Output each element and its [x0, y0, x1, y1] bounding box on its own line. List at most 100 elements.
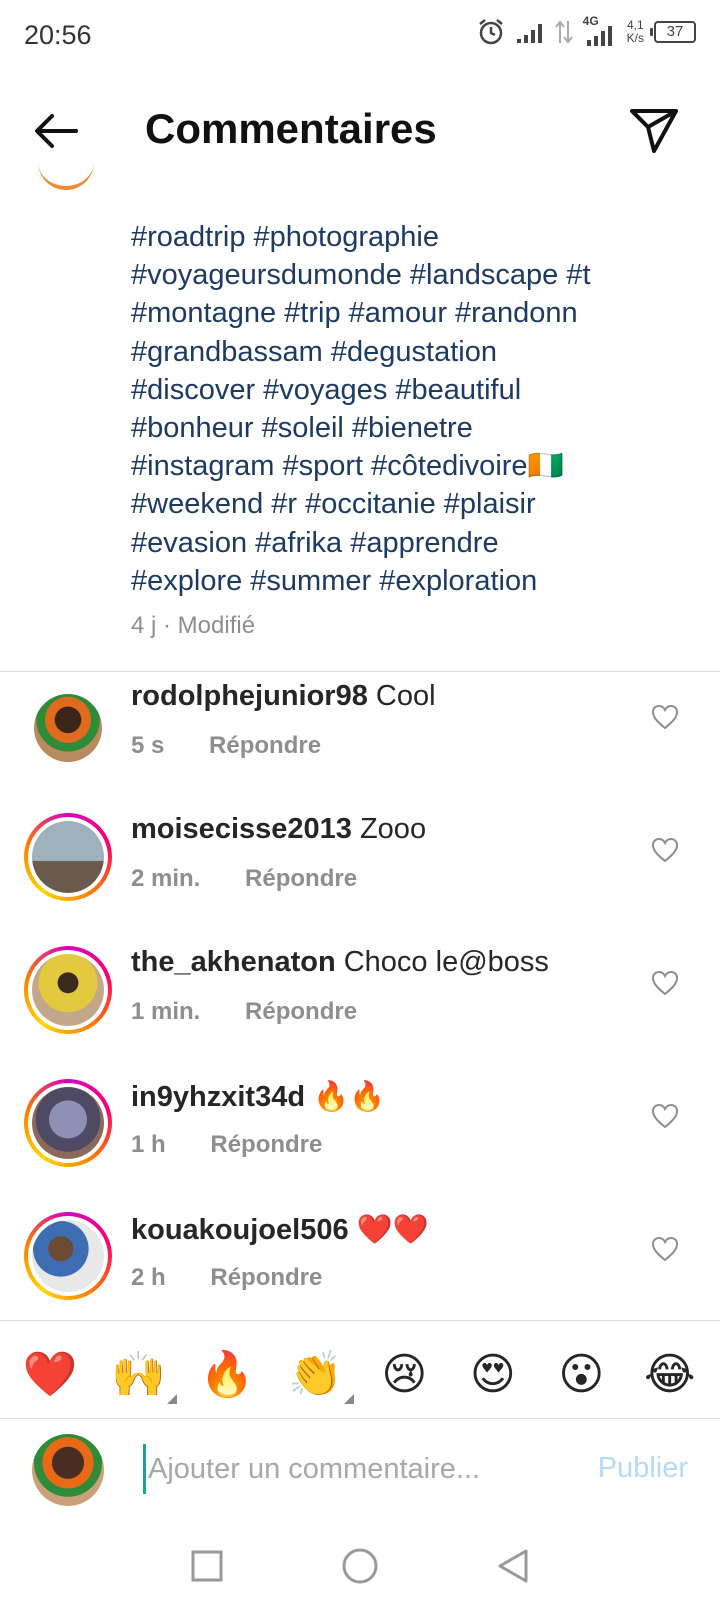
reply-button[interactable]: Répondre — [245, 865, 357, 892]
heart-icon[interactable] — [650, 702, 680, 732]
caption-line[interactable]: #bonheur #soleil #bienetre — [131, 409, 691, 447]
comment-meta: 2 h Répondre — [131, 1264, 322, 1292]
avatar-image — [34, 694, 102, 762]
comment-time: 2 min. — [131, 865, 201, 892]
caption-line[interactable]: #grandbassam #degustation — [131, 333, 691, 371]
status-bar: 20:56 4G 4,1 K/s 37 — [0, 0, 720, 75]
skin-tone-indicator — [166, 1394, 177, 1404]
comment-body: ❤️❤️ — [356, 1212, 429, 1246]
avatar[interactable] — [24, 684, 112, 772]
avatar-ring-inner — [28, 1216, 108, 1296]
caption-line[interactable]: #instagram #sport #côtedivoire🇨🇮 — [131, 447, 691, 485]
comment-item: kouakoujoel506 ❤️❤️ 2 h Répondre — [0, 1212, 720, 1320]
reaction-clap[interactable]: 👏 — [282, 1348, 354, 1404]
caption-timestamp: 4 j · Modifié — [131, 612, 256, 639]
reaction-clap-glyph: 👏 — [288, 1349, 344, 1400]
comment-input[interactable] — [143, 1444, 563, 1494]
comment-item: moisecisse2013 Zooo 2 min. Répondre — [0, 813, 720, 950]
home-button[interactable] — [335, 1541, 385, 1591]
comment-time: 1 min. — [131, 998, 201, 1025]
avatar — [32, 1434, 104, 1506]
comment-text: moisecisse2013 Zooo — [131, 813, 426, 846]
avatar[interactable] — [24, 813, 112, 901]
comment-meta: 5 s Répondre — [131, 732, 321, 760]
avatar[interactable] — [24, 946, 112, 1034]
comment-time: 5 s — [131, 732, 165, 759]
avatar-image — [32, 1220, 104, 1292]
comment-username[interactable]: the_akhenaton — [131, 946, 336, 978]
avatar-image — [32, 821, 104, 893]
reaction-heart-eyes[interactable]: 😍 — [459, 1349, 527, 1400]
comment-text: in9yhzxit34d 🔥🔥 — [131, 1079, 385, 1114]
reaction-fire[interactable]: 🔥 — [193, 1348, 261, 1400]
status-time: 20:56 — [24, 20, 92, 50]
reaction-crying[interactable]: 😢 — [370, 1349, 438, 1400]
comment-username[interactable]: kouakoujoel506 — [131, 1214, 349, 1246]
skin-tone-indicator — [343, 1394, 354, 1404]
quick-reactions-bar: ❤️ 🙌 🔥 👏 😢 😍 😮 😂 — [0, 1330, 720, 1418]
comment-text: kouakoujoel506 ❤️❤️ — [131, 1212, 429, 1247]
speed-unit: K/s — [626, 31, 644, 45]
comment-item: rodolphejunior98 Cool 5 s Répondre — [0, 680, 720, 817]
system-navbar — [0, 1520, 720, 1612]
reaction-heart[interactable]: ❤️ — [16, 1348, 84, 1400]
recents-button[interactable] — [182, 1541, 232, 1591]
post-caption: #roadtrip #photographie #voyageursdumond… — [131, 218, 691, 600]
caption-line[interactable]: #discover #voyages #beautiful — [131, 371, 691, 409]
comment-meta: 1 min. Répondre — [131, 998, 357, 1026]
comment-meta: 2 min. Répondre — [131, 865, 357, 893]
alarm-icon — [478, 19, 503, 45]
divider — [0, 671, 720, 672]
data-arrows-icon — [554, 20, 573, 44]
reaction-raised-hands-glyph: 🙌 — [111, 1349, 167, 1400]
signal-icon — [516, 24, 542, 43]
comment-body: Choco le@boss — [343, 946, 549, 978]
heart-icon[interactable] — [650, 835, 680, 865]
reply-button[interactable]: Répondre — [209, 732, 321, 759]
avatar[interactable] — [24, 1212, 112, 1300]
comment-item: in9yhzxit34d 🔥🔥 1 h Répondre — [0, 1079, 720, 1216]
heart-icon[interactable] — [650, 968, 680, 998]
network-4g: 4G — [583, 14, 617, 46]
comment-list[interactable]: rodolphejunior98 Cool 5 s Répondre moise… — [0, 680, 720, 1320]
divider — [0, 1418, 720, 1419]
caption-line[interactable]: #weekend #r #occitanie #plaisir — [131, 485, 691, 523]
page-title: Commentaires — [145, 105, 437, 152]
status-icons: 4G 4,1 K/s 37 — [477, 14, 696, 46]
caption-line[interactable]: #explore #summer #exploration — [131, 562, 691, 600]
comment-composer: Publier — [0, 1430, 720, 1510]
share-button[interactable] — [626, 101, 682, 157]
caption-line[interactable]: #montagne #trip #amour #randonn — [131, 294, 691, 332]
comment-text: the_akhenaton Choco le@boss — [131, 946, 549, 979]
signal-4g-icon — [586, 26, 612, 46]
avatar[interactable] — [24, 1079, 112, 1167]
caption-avatar-edge — [38, 150, 94, 190]
triangle-back-icon — [498, 1549, 528, 1583]
network-speed: 4,1 K/s — [627, 19, 644, 45]
publish-button[interactable]: Publier — [598, 1452, 688, 1485]
comment-item: the_akhenaton Choco le@boss 1 min. Répon… — [0, 946, 720, 1083]
comment-text: rodolphejunior98 Cool — [131, 680, 436, 713]
reply-button[interactable]: Répondre — [210, 1264, 322, 1291]
comment-time: 2 h — [131, 1264, 166, 1291]
comment-body: 🔥🔥 — [313, 1079, 386, 1113]
avatar-ring-inner — [28, 817, 108, 897]
reply-button[interactable]: Répondre — [245, 998, 357, 1025]
heart-icon[interactable] — [650, 1234, 680, 1264]
comment-username[interactable]: in9yhzxit34d — [131, 1081, 305, 1113]
reaction-surprised[interactable]: 😮 — [547, 1349, 615, 1400]
caption-line[interactable]: #voyageursdumonde #landscape #t — [131, 256, 691, 294]
paper-plane-icon — [630, 109, 678, 153]
header: Commentaires — [0, 85, 720, 175]
reaction-laughing[interactable]: 😂 — [636, 1349, 704, 1400]
reply-button[interactable]: Répondre — [210, 1131, 322, 1158]
avatar-ring-inner — [28, 1083, 108, 1163]
comment-username[interactable]: rodolphejunior98 — [131, 680, 368, 712]
comment-username[interactable]: moisecisse2013 — [131, 813, 352, 845]
system-back-button[interactable] — [488, 1541, 538, 1591]
heart-icon[interactable] — [650, 1101, 680, 1131]
caption-line[interactable]: #evasion #afrika #apprendre — [131, 524, 691, 562]
reaction-raised-hands[interactable]: 🙌 — [105, 1348, 177, 1404]
square-icon — [191, 1550, 223, 1582]
caption-line[interactable]: #roadtrip #photographie — [131, 218, 691, 256]
